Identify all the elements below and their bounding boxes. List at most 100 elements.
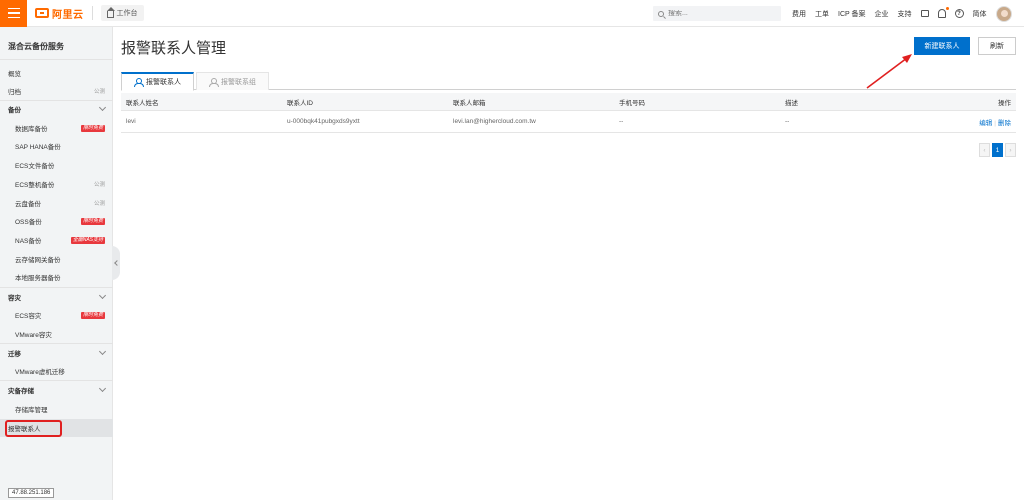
- workbench-label: 工作台: [116, 10, 138, 17]
- sidebar-item-sap-hana[interactable]: SAP HANA备份: [0, 137, 113, 155]
- logo-text: 阿里云: [52, 9, 84, 21]
- contact-desc: --: [785, 118, 790, 125]
- sidebar-item-label: VMware虚机迁移: [15, 369, 65, 376]
- top-link-enterprise[interactable]: 企业: [875, 9, 889, 19]
- sidebar-item-disk[interactable]: 云盘备份 公测: [0, 194, 113, 212]
- beta-tag: 公测: [93, 182, 105, 188]
- chevron-down-icon: [98, 103, 107, 112]
- contact-name: levi: [126, 118, 136, 125]
- sidebar-item-label: 本地服务器备份: [15, 275, 61, 282]
- sidebar-item-overview[interactable]: 概览: [0, 64, 113, 82]
- top-links: 费用 工单 ICP 备案 企业 支持 ? 简体: [792, 0, 1012, 27]
- sidebar-group-backup[interactable]: 备份: [0, 100, 113, 118]
- user-group-icon: [209, 77, 219, 87]
- contact-email: levi.lan@highercloud.com.tw: [453, 118, 536, 125]
- beta-tag: 公测: [93, 201, 105, 207]
- pagination: ‹ 1 ›: [979, 143, 1016, 157]
- page-title: 报警联系人管理: [121, 40, 227, 57]
- tab-alert-contacts[interactable]: 报警联系人: [121, 72, 194, 91]
- top-link-icp[interactable]: ICP 备案: [838, 9, 866, 19]
- workbench-button[interactable]: 工作台: [100, 5, 144, 21]
- sidebar-item-db-backup[interactable]: 数据库备份 限时免费: [0, 119, 113, 137]
- refresh-button[interactable]: 刷新: [978, 37, 1016, 55]
- contact-phone: --: [619, 118, 624, 125]
- sidebar-item-ecs-full[interactable]: ECS整机备份 公测: [0, 175, 113, 193]
- sidebar-item-label: 归档: [8, 89, 21, 96]
- ip-badge: 47.88.251.186: [8, 488, 55, 498]
- language-switch[interactable]: 简体: [973, 9, 987, 19]
- sidebar-item-vmware-dr[interactable]: VMware容灾: [0, 325, 113, 343]
- sidebar-item-vmware-migrate[interactable]: VMware虚机迁移: [0, 362, 113, 380]
- sidebar-group-migration[interactable]: 迁移: [0, 344, 113, 362]
- contacts-table: 联系人姓名 联系人ID 联系人邮箱 手机号码 描述 操作 levi u-000b…: [121, 93, 1016, 133]
- edit-link[interactable]: 编辑: [979, 120, 992, 127]
- column-header: 联系人邮箱: [453, 99, 486, 107]
- bell-icon[interactable]: [937, 7, 949, 18]
- sidebar-group-label: 迁移: [8, 351, 21, 358]
- page-number-button[interactable]: 1: [992, 143, 1003, 157]
- tab-bar: 报警联系人 报警联系组: [121, 72, 1016, 91]
- column-header: 操作: [998, 99, 1011, 107]
- sidebar-item-label: VMware容灾: [15, 332, 52, 339]
- sidebar-item-ecs-file[interactable]: ECS文件备份: [0, 156, 113, 174]
- promo-tag: 限时免费: [80, 217, 105, 225]
- chevron-down-icon: [98, 347, 107, 356]
- delete-link[interactable]: 删除: [998, 120, 1011, 127]
- sidebar-group-dr[interactable]: 容灾: [0, 288, 113, 306]
- sidebar-item-label: 概览: [8, 71, 21, 78]
- beta-tag: 公测: [93, 89, 105, 95]
- highlight-box: [5, 420, 62, 437]
- divider: [0, 59, 113, 60]
- sidebar-item-label: 存储库管理: [15, 407, 48, 414]
- sidebar-group-storage[interactable]: 灾备存储: [0, 381, 113, 399]
- search-box[interactable]: [653, 6, 781, 21]
- divider: |: [994, 119, 996, 127]
- search-input[interactable]: [668, 10, 768, 17]
- new-contact-button[interactable]: 新建联系人: [914, 37, 970, 55]
- sidebar-item-ecs-dr[interactable]: ECS容灾 限时免费: [0, 306, 113, 324]
- tab-label: 报警联系组: [221, 78, 256, 86]
- avatar[interactable]: [995, 5, 1012, 22]
- prev-page-button[interactable]: ‹: [979, 143, 990, 157]
- sidebar-item-nas[interactable]: NAS备份 全面NAS支持: [0, 231, 113, 249]
- sidebar-collapse-button[interactable]: [112, 246, 120, 280]
- chevron-down-icon: [98, 291, 107, 300]
- top-link-support[interactable]: 支持: [898, 9, 912, 19]
- screen-icon[interactable]: [920, 10, 929, 17]
- column-header: 联系人ID: [287, 99, 313, 107]
- table-row: levi u-000bqk41pubgxds9yxtt levi.lan@hig…: [121, 111, 1016, 133]
- sidebar-group-label: 容灾: [8, 295, 21, 302]
- chevron-down-icon: [98, 384, 107, 393]
- table-header: 联系人姓名 联系人ID 联系人邮箱 手机号码 描述 操作: [121, 93, 1016, 111]
- sidebar-title: 混合云备份服务: [8, 42, 64, 51]
- user-icon: [134, 78, 144, 87]
- logo[interactable]: 阿里云: [35, 0, 84, 27]
- sidebar-item-label: OSS备份: [15, 219, 42, 226]
- top-link-fees[interactable]: 费用: [792, 9, 806, 19]
- sidebar-group-label: 灾备存储: [8, 388, 34, 395]
- promo-tag: 限时免费: [80, 311, 105, 319]
- sidebar-item-label: 云盘备份: [15, 201, 41, 208]
- promo-tag: 限时免费: [80, 124, 105, 132]
- contact-id: u-000bqk41pubgxds9yxtt: [287, 118, 360, 125]
- aliyun-logo-icon: [35, 8, 49, 18]
- promo-tag: 全面NAS支持: [70, 236, 105, 244]
- sidebar-item-label: NAS备份: [15, 238, 42, 245]
- sidebar-item-archive[interactable]: 归档 公测: [0, 82, 113, 100]
- sidebar-group-label: 备份: [8, 107, 21, 114]
- tab-alert-groups[interactable]: 报警联系组: [196, 72, 269, 90]
- sidebar-item-label: 云存储网关备份: [15, 257, 61, 264]
- chevron-left-icon: [114, 260, 120, 266]
- column-header: 描述: [785, 99, 798, 107]
- sidebar-item-local-server[interactable]: 本地服务器备份: [0, 268, 113, 286]
- sidebar-item-label: 数据库备份: [15, 126, 48, 133]
- sidebar-item-vault[interactable]: 存储库管理: [0, 400, 113, 418]
- top-link-tickets[interactable]: 工单: [815, 9, 829, 19]
- menu-icon[interactable]: [0, 0, 27, 27]
- tab-label: 报警联系人: [146, 79, 181, 86]
- sidebar-item-gateway[interactable]: 云存储网关备份: [0, 250, 113, 268]
- sidebar-item-oss[interactable]: OSS备份 限时免费: [0, 212, 113, 230]
- home-icon: [106, 6, 115, 18]
- next-page-button[interactable]: ›: [1005, 143, 1016, 157]
- help-icon[interactable]: ?: [954, 9, 964, 18]
